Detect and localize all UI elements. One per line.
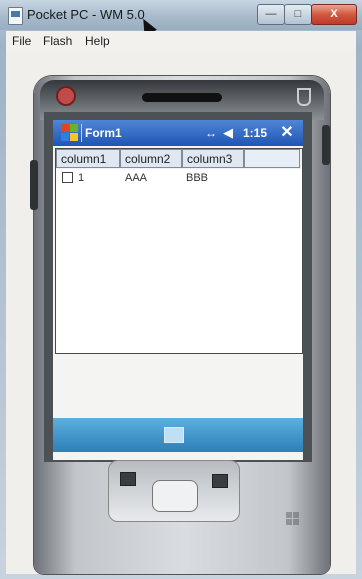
menu-flash[interactable]: Flash	[43, 34, 72, 48]
cell-column1: 1	[78, 172, 85, 184]
start-menu-icon[interactable]	[61, 124, 79, 142]
row-checkbox[interactable]	[62, 172, 73, 183]
table-row[interactable]: 1 AAA BBB	[56, 170, 302, 188]
form-title: Form1	[85, 126, 122, 140]
right-side-button[interactable]	[322, 125, 330, 165]
keyboard-icon[interactable]	[164, 427, 184, 443]
menu-file[interactable]: File	[12, 34, 31, 48]
right-soft-key[interactable]	[212, 474, 228, 488]
soft-input-bar	[53, 418, 303, 452]
dpad[interactable]	[152, 480, 198, 512]
clock[interactable]: 1:15	[243, 126, 267, 140]
grid-header: column1 column2 column3	[56, 149, 302, 169]
cell-column3: BBB	[186, 172, 209, 184]
data-grid[interactable]: column1 column2 column3 1 AAA BBB	[55, 148, 303, 354]
power-button[interactable]	[56, 86, 76, 106]
volume-icon[interactable]: ◀	[223, 125, 239, 141]
menubar: File Flash Help	[6, 31, 356, 51]
window-titlebar[interactable]: Pocket PC - WM 5.0 — □ X	[0, 0, 362, 30]
maximize-button[interactable]: □	[284, 4, 312, 25]
side-key[interactable]	[297, 88, 311, 106]
minimize-button[interactable]: —	[257, 4, 285, 25]
speaker-grille	[142, 93, 222, 102]
left-soft-key[interactable]	[120, 472, 136, 486]
pda-screen: Form1 ↔ ◀ 1:15 ✕ column1 column2 column3…	[53, 120, 303, 460]
column-header-1[interactable]: column1	[56, 149, 120, 168]
pda-titlebar: Form1 ↔ ◀ 1:15 ✕	[53, 120, 303, 146]
windows-logo-icon	[286, 512, 300, 526]
column-header-3[interactable]: column3	[182, 149, 244, 168]
titlebar-divider	[81, 124, 82, 142]
app-icon	[8, 7, 23, 25]
form-close-button[interactable]: ✕	[279, 125, 295, 141]
column-header-empty	[244, 149, 300, 168]
connectivity-icon[interactable]: ↔	[205, 126, 219, 140]
cell-column2: AAA	[125, 172, 148, 184]
menu-help[interactable]: Help	[85, 34, 110, 48]
column-header-2[interactable]: column2	[120, 149, 182, 168]
close-button[interactable]: X	[311, 4, 357, 25]
left-side-button[interactable]	[30, 160, 38, 210]
window-title: Pocket PC - WM 5.0	[27, 7, 145, 22]
